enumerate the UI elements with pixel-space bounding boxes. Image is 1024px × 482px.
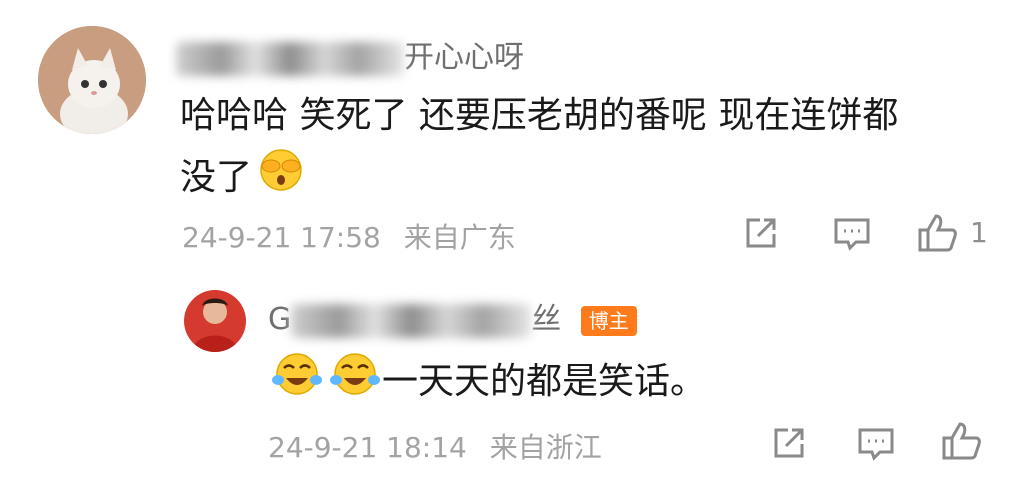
comment-meta: 24-9-21 17:58 来自广东 bbox=[182, 216, 516, 256]
like-count: 1 bbox=[970, 216, 988, 249]
like-icon[interactable] bbox=[916, 212, 960, 258]
reply-location: 来自浙江 bbox=[489, 431, 602, 464]
replier-username[interactable]: G 丝 博主 bbox=[268, 294, 637, 338]
comment-text-line1: 哈哈哈 笑死了 还要压老胡的番呢 现在连饼都 bbox=[180, 95, 899, 136]
reply-meta: 24-9-21 18:14 来自浙江 bbox=[268, 426, 602, 466]
share-icon[interactable] bbox=[742, 214, 780, 256]
replier-username-prefix: G bbox=[268, 302, 292, 337]
reply-comment-icon[interactable] bbox=[856, 424, 896, 466]
crying-laughing-emoji-icon bbox=[270, 348, 324, 415]
blurred-username-segment bbox=[291, 303, 532, 338]
blurred-username-segment bbox=[176, 41, 404, 76]
reply-text-content: 一天天的都是笑话。 bbox=[382, 360, 707, 402]
author-badge: 博主 bbox=[580, 305, 637, 336]
commenter-avatar[interactable] bbox=[38, 26, 146, 134]
reply-share-icon[interactable] bbox=[770, 424, 808, 466]
replier-avatar[interactable] bbox=[184, 290, 246, 352]
crying-laughing-emoji-icon bbox=[328, 348, 382, 415]
reply-timestamp: 24-9-21 18:14 bbox=[268, 431, 467, 464]
comment-text-line2: 没了 bbox=[180, 156, 253, 198]
reply-text: 一天天的都是笑话。 bbox=[270, 348, 706, 415]
covering-eyes-emoji-icon bbox=[256, 144, 306, 211]
cat-avatar-image bbox=[38, 26, 146, 134]
reply-like-icon[interactable] bbox=[940, 420, 984, 466]
comment-timestamp: 24-9-21 17:58 bbox=[182, 221, 381, 254]
comment-text: 哈哈哈 笑死了 还要压老胡的番呢 现在连饼都 没了 bbox=[180, 88, 980, 211]
commenter-username[interactable]: 开心心呀 bbox=[176, 32, 524, 76]
comment-icon[interactable] bbox=[832, 214, 872, 256]
commenter-username-suffix: 开心心呀 bbox=[404, 40, 524, 75]
child-avatar-image bbox=[184, 290, 246, 352]
comment-location: 来自广东 bbox=[403, 221, 516, 254]
replier-username-suffix: 丝 bbox=[531, 302, 562, 337]
